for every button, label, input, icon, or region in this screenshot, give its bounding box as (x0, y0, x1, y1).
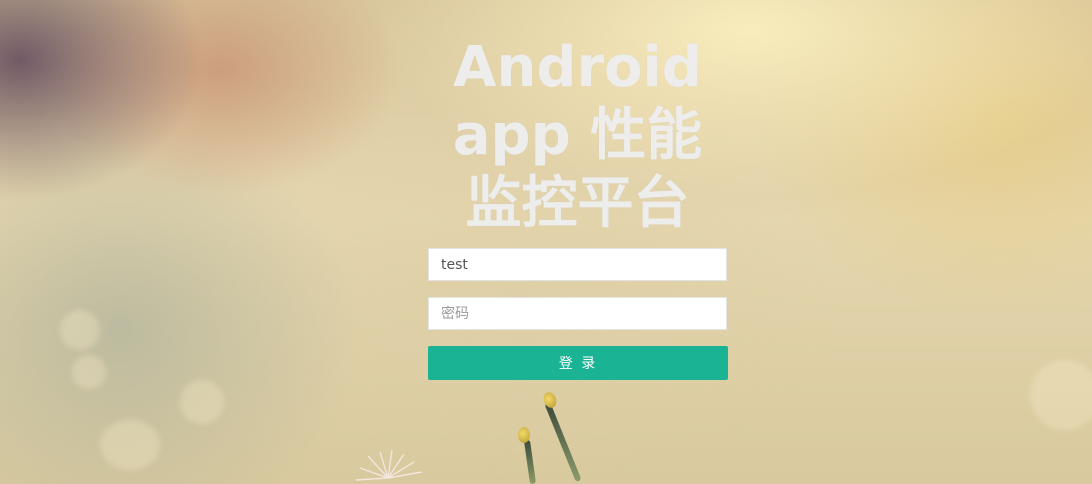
bokeh-light (100, 420, 160, 470)
username-input[interactable] (428, 248, 727, 281)
title-line-1: Android (453, 35, 702, 100)
flower-stem (544, 401, 582, 483)
bokeh-light (72, 355, 106, 389)
title-line-3: 监控平台 (465, 171, 690, 236)
title-line-2: app 性能 (452, 103, 703, 168)
login-button[interactable]: 登 录 (428, 346, 728, 380)
dandelion-flower (348, 448, 438, 484)
flower-bud (541, 390, 559, 410)
bokeh-light (1030, 360, 1092, 430)
password-input[interactable] (428, 297, 727, 330)
page-title: Android app 性能 监控平台 (440, 34, 715, 238)
flower-stem (523, 439, 537, 484)
bokeh-light (180, 380, 224, 424)
flower-bud (518, 427, 530, 443)
bokeh-light (60, 310, 100, 350)
